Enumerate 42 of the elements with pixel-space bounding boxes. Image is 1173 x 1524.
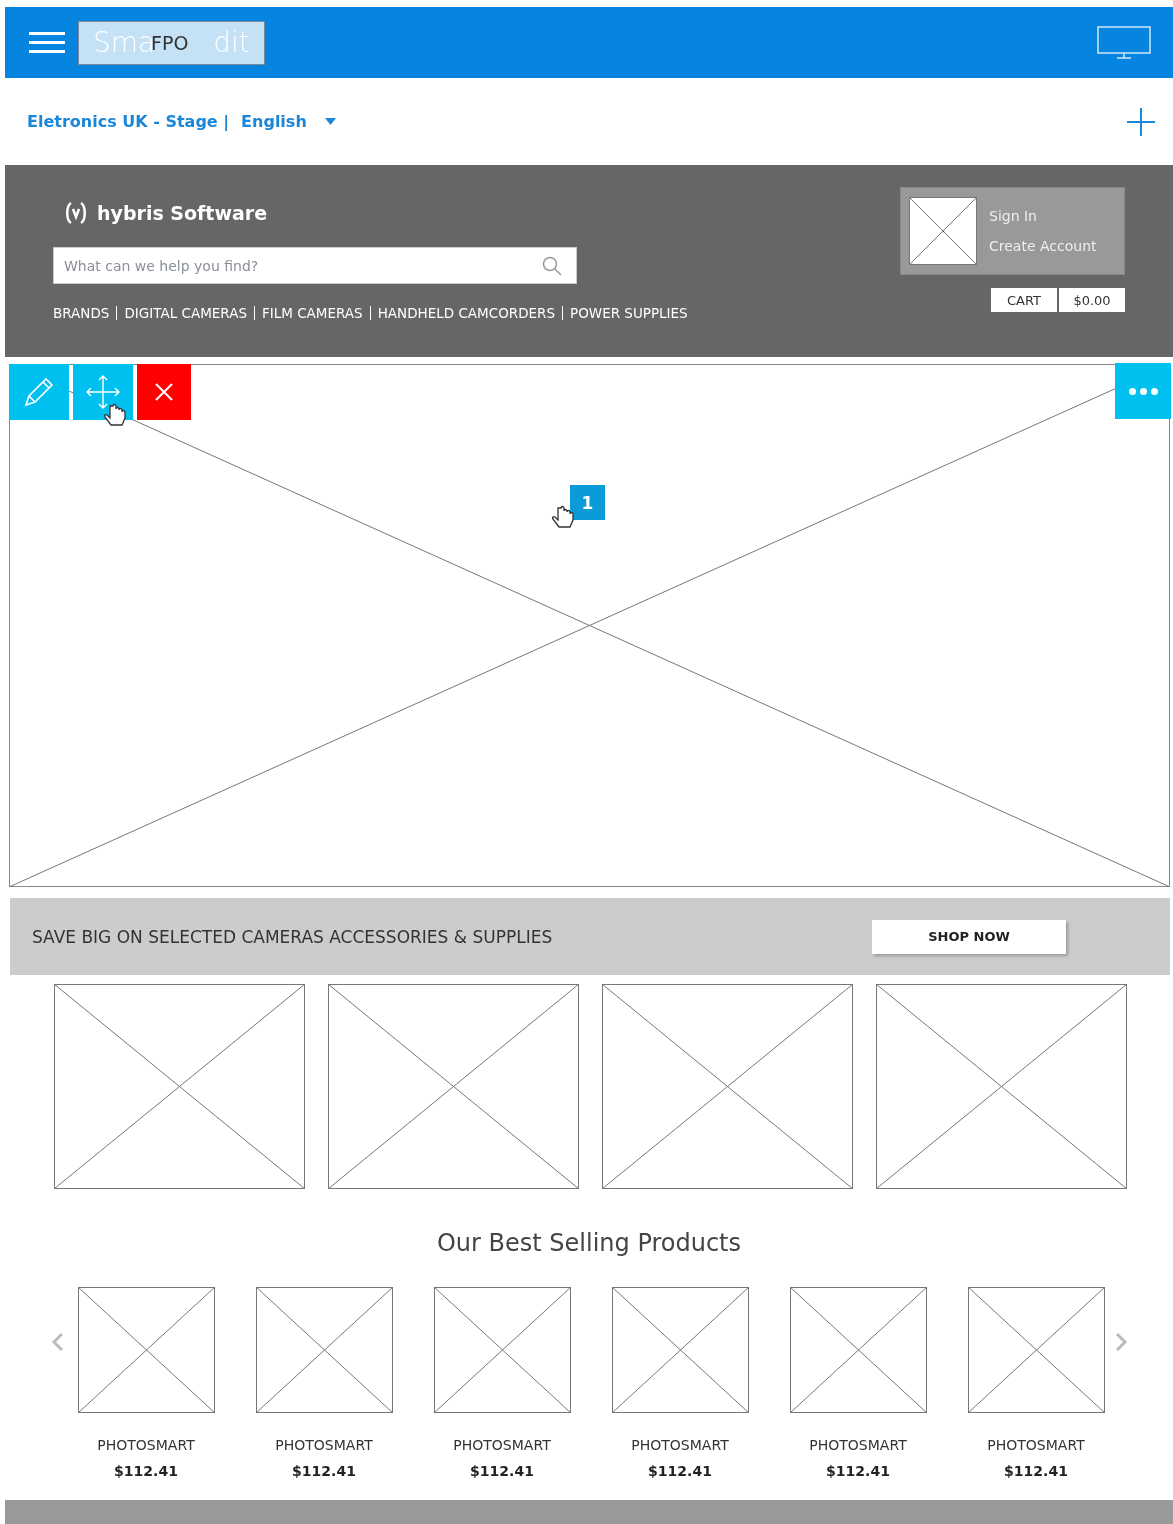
pencil-icon — [22, 375, 56, 409]
brand-logo-icon — [65, 201, 87, 225]
move-icon — [85, 374, 121, 410]
more-button[interactable] — [1115, 363, 1171, 419]
product-price: $112.41 — [648, 1463, 712, 1479]
caret-icon — [324, 118, 336, 125]
nav-link[interactable]: DIGITAL CAMERAS — [116, 306, 254, 320]
product-name[interactable]: PHOTOSMART — [97, 1437, 195, 1453]
product-price: $112.41 — [1004, 1463, 1068, 1479]
search-icon[interactable] — [542, 255, 562, 276]
nav-link[interactable]: FILM CAMERAS — [253, 306, 370, 320]
product-name[interactable]: PHOTOSMART — [987, 1437, 1085, 1453]
product-name[interactable]: PHOTOSMART — [809, 1437, 907, 1453]
product-price: $112.41 — [114, 1463, 178, 1479]
product-name[interactable]: PHOTOSMART — [275, 1437, 373, 1453]
slot-badge: 1 — [570, 485, 605, 520]
section-title: Our Best Selling Products — [435, 1229, 743, 1257]
menu-icon[interactable] — [29, 30, 65, 55]
logo-text: dit — [213, 26, 250, 59]
delete-button[interactable] — [137, 364, 191, 420]
nav-link[interactable]: HANDHELD CAMCORDERS — [369, 306, 563, 320]
move-button[interactable] — [73, 364, 133, 420]
plus-icon[interactable] — [1127, 107, 1155, 136]
promo-text: SAVE BIG ON SELECTED CAMERAS ACCESSORIES & SUPPLIES — [32, 926, 553, 947]
avatar-placeholder — [909, 197, 977, 265]
product-name[interactable]: PHOTOSMART — [453, 1437, 551, 1453]
brand-name: hybris Software — [97, 202, 268, 224]
edit-button[interactable] — [9, 364, 69, 420]
monitor-icon[interactable] — [1097, 25, 1151, 60]
cart-total: $0.00 — [1059, 288, 1125, 312]
close-icon — [155, 383, 173, 401]
language-dropdown[interactable]: English — [241, 112, 336, 131]
nav-link[interactable]: BRANDS — [53, 306, 117, 320]
shop-now-button[interactable]: SHOP NOW — [872, 919, 1066, 954]
product-price: $112.41 — [470, 1463, 534, 1479]
search-field[interactable]: What can we help you find? — [53, 247, 577, 284]
product-name[interactable]: PHOTOSMART — [631, 1437, 729, 1453]
product-price: $112.41 — [292, 1463, 356, 1479]
cart-label[interactable]: CART — [991, 288, 1057, 312]
nav-link[interactable]: POWER SUPPLIES — [562, 306, 695, 320]
product-price: $112.41 — [826, 1463, 890, 1479]
catalog-label: Eletronics UK - Stage | — [27, 112, 230, 131]
